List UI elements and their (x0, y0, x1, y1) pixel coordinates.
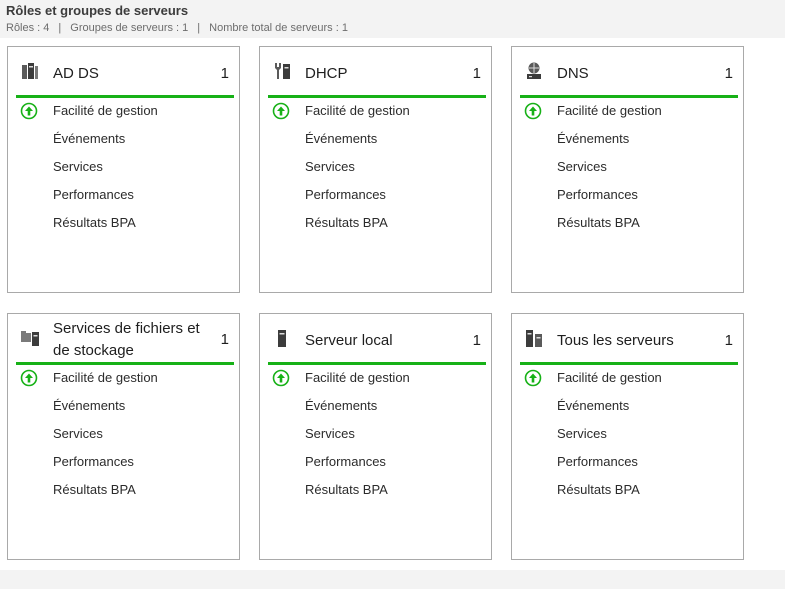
up-arrow-ok-icon (20, 102, 38, 120)
tile-server-count[interactable]: 1 (473, 330, 481, 352)
tile-local-server[interactable]: Serveur local 1 Facilité de gestion Évén… (259, 313, 492, 560)
bpa-results-link[interactable]: Résultats BPA (557, 482, 640, 497)
performance-link[interactable]: Performances (557, 454, 638, 469)
section-header: Rôles et groupes de serveurs Rôles : 4 | G… (0, 0, 785, 38)
services-link[interactable]: Services (557, 426, 607, 441)
tile-server-count[interactable]: 1 (473, 63, 481, 85)
tiles-area: AD DS 1 Facilité de gestion Événements S… (0, 38, 785, 570)
services-link[interactable]: Services (305, 426, 355, 441)
up-arrow-ok-icon (524, 102, 542, 120)
performance-link[interactable]: Performances (305, 454, 386, 469)
manageability-link[interactable]: Facilité de gestion (557, 103, 662, 118)
tile-server-count[interactable]: 1 (725, 63, 733, 85)
tile-title[interactable]: AD DS (53, 63, 99, 85)
services-link[interactable]: Services (53, 159, 103, 174)
performance-link[interactable]: Performances (53, 187, 134, 202)
manageability-link[interactable]: Facilité de gestion (305, 370, 410, 385)
tile-title[interactable]: DHCP (305, 63, 348, 85)
events-link[interactable]: Événements (557, 398, 629, 413)
tile-server-count[interactable]: 1 (725, 330, 733, 352)
services-link[interactable]: Services (557, 159, 607, 174)
separator: | (58, 22, 62, 34)
manageability-link[interactable]: Facilité de gestion (305, 103, 410, 118)
bpa-results-link[interactable]: Résultats BPA (53, 482, 136, 497)
performance-link[interactable]: Performances (557, 187, 638, 202)
tile-header[interactable]: Tous les serveurs 1 (520, 314, 738, 365)
section-summary: Rôles : 4 | Groupes de serveurs : 1 | Nombre… (6, 22, 348, 34)
up-arrow-ok-icon (272, 102, 290, 120)
total-servers-count: Nombre total de serveurs : 1 (209, 22, 348, 34)
events-link[interactable]: Événements (557, 131, 629, 146)
tile-title[interactable]: Tous les serveurs (557, 330, 674, 352)
groups-count: Groupes de serveurs : 1 (70, 22, 189, 34)
manageability-link[interactable]: Facilité de gestion (557, 370, 662, 385)
all-servers-icon (524, 328, 544, 348)
tile-all-servers[interactable]: Tous les serveurs 1 Facilité de gestion … (511, 313, 744, 560)
services-link[interactable]: Services (53, 426, 103, 441)
tile-title[interactable]: Services de fichiers et de stockage (53, 318, 213, 362)
services-link[interactable]: Services (305, 159, 355, 174)
up-arrow-ok-icon (272, 369, 290, 387)
dhcp-icon (272, 61, 292, 81)
ad-ds-icon (20, 61, 40, 81)
tile-header[interactable]: Serveur local 1 (268, 314, 486, 365)
performance-link[interactable]: Performances (53, 454, 134, 469)
events-link[interactable]: Événements (305, 131, 377, 146)
separator: | (197, 22, 201, 34)
roles-count: Rôles : 4 (6, 22, 50, 34)
manageability-link[interactable]: Facilité de gestion (53, 103, 158, 118)
tile-server-count[interactable]: 1 (221, 63, 229, 85)
dns-icon (524, 61, 544, 81)
up-arrow-ok-icon (524, 369, 542, 387)
tile-ad-ds[interactable]: AD DS 1 Facilité de gestion Événements S… (7, 46, 240, 293)
tile-header[interactable]: AD DS 1 (16, 47, 234, 98)
bpa-results-link[interactable]: Résultats BPA (557, 215, 640, 230)
performance-link[interactable]: Performances (305, 187, 386, 202)
tile-title[interactable]: DNS (557, 63, 589, 85)
up-arrow-ok-icon (20, 369, 38, 387)
bpa-results-link[interactable]: Résultats BPA (305, 215, 388, 230)
local-server-icon (272, 328, 292, 348)
tile-dhcp[interactable]: DHCP 1 Facilité de gestion Événements Se… (259, 46, 492, 293)
tile-server-count[interactable]: 1 (221, 329, 229, 351)
section-title: Rôles et groupes de serveurs (6, 3, 189, 18)
events-link[interactable]: Événements (53, 398, 125, 413)
events-link[interactable]: Événements (305, 398, 377, 413)
tile-header[interactable]: Services de fichiers et de stockage 1 (16, 314, 234, 365)
tile-header[interactable]: DNS 1 (520, 47, 738, 98)
manageability-link[interactable]: Facilité de gestion (53, 370, 158, 385)
tile-dns[interactable]: DNS 1 Facilité de gestion Événements Ser… (511, 46, 744, 293)
tile-header[interactable]: DHCP 1 (268, 47, 486, 98)
bpa-results-link[interactable]: Résultats BPA (53, 215, 136, 230)
events-link[interactable]: Événements (53, 131, 125, 146)
tile-title[interactable]: Serveur local (305, 330, 393, 352)
file-storage-icon (20, 328, 40, 348)
tile-file-storage-services[interactable]: Services de fichiers et de stockage 1 Fa… (7, 313, 240, 560)
bpa-results-link[interactable]: Résultats BPA (305, 482, 388, 497)
